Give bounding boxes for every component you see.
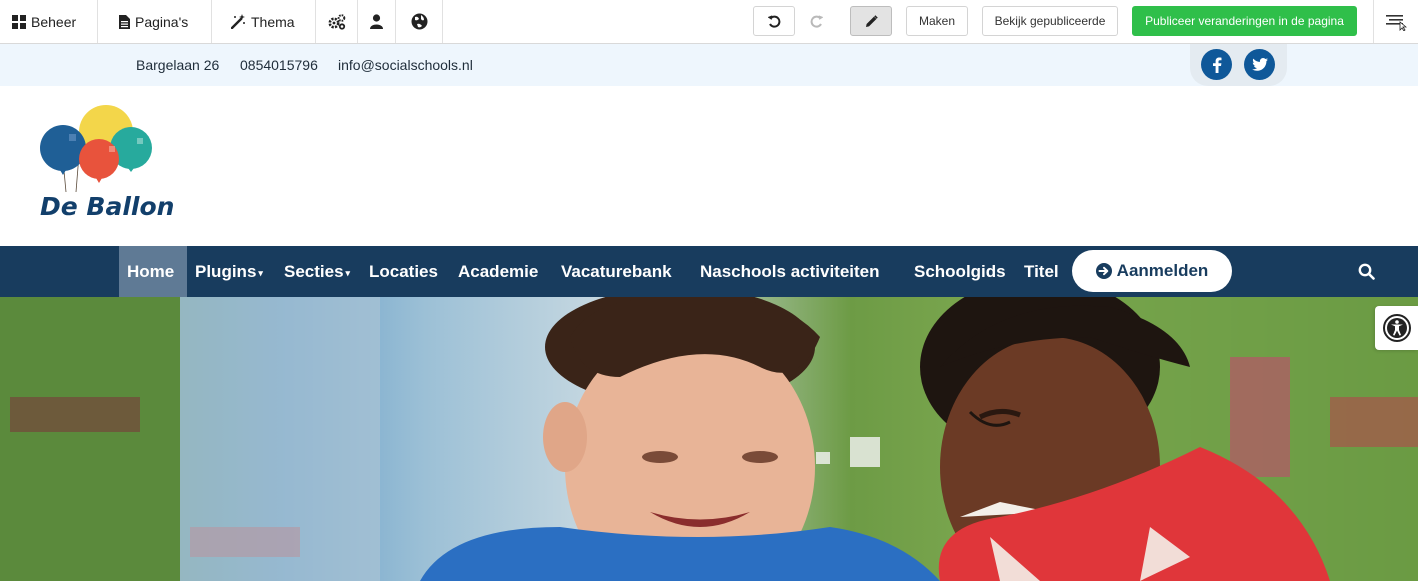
contact-phone[interactable]: 0854015796 (240, 57, 318, 73)
nav-secties-label: Secties (284, 261, 344, 281)
nav-home[interactable]: Home (119, 246, 187, 297)
view-published-label: Bekijk gepubliceerde (994, 14, 1106, 28)
contact-address: Bargelaan 26 (136, 57, 220, 73)
language-button[interactable] (396, 0, 443, 43)
hero-photo (0, 297, 1418, 581)
twitter-icon (1251, 58, 1268, 71)
user-icon (370, 14, 383, 29)
maken-label: Maken (918, 14, 956, 28)
login-label: Aanmelden (1116, 261, 1209, 280)
caret-down-icon: ▾ (258, 268, 263, 278)
main-nav: Home Plugins ▾ Secties ▾ Locaties Academie… (0, 246, 1418, 297)
editor-toolbar: Beheer Pagina's Thema Maken Bekijk gepub… (0, 0, 1418, 44)
accessibility-button[interactable] (1375, 306, 1418, 350)
nav-secties[interactable]: Secties ▾ (284, 246, 350, 297)
redo-button[interactable] (796, 6, 836, 36)
edit-mode-button[interactable] (850, 6, 892, 36)
redo-icon (810, 14, 823, 28)
nav-vacaturebank[interactable]: Vacaturebank (561, 246, 672, 297)
nav-academie-label: Academie (458, 261, 539, 281)
nav-titel[interactable]: Titel (1024, 246, 1059, 297)
publish-button[interactable]: Publiceer veranderingen in de pagina (1132, 6, 1357, 36)
publish-label: Publiceer veranderingen in de pagina (1145, 14, 1344, 28)
nav-titel-label: Titel (1024, 261, 1059, 281)
paginas-label: Pagina's (135, 13, 189, 30)
social-links (1190, 44, 1287, 86)
magic-wand-icon (231, 14, 245, 29)
thema-label: Thema (251, 13, 295, 30)
settings-button[interactable] (316, 0, 358, 43)
nav-schoolgids[interactable]: Schoolgids (914, 246, 1006, 297)
nav-naschools-activiteiten[interactable]: Naschools activiteiten (700, 246, 880, 297)
nav-vacaturebank-label: Vacaturebank (561, 261, 672, 281)
page-icon (119, 14, 130, 29)
accessibility-icon (1382, 314, 1411, 342)
nav-locaties-label: Locaties (369, 261, 438, 281)
beheer-menu[interactable]: Beheer (0, 0, 98, 43)
logo-name: De Ballon (40, 192, 175, 221)
beheer-label: Beheer (31, 13, 77, 30)
nav-academie[interactable]: Academie (458, 246, 538, 297)
undo-button[interactable] (753, 6, 795, 36)
pencil-icon (865, 14, 878, 27)
thema-menu[interactable]: Thema (212, 0, 316, 43)
globe-icon (411, 13, 427, 30)
arrow-circle-right-icon (1095, 263, 1112, 279)
gears-icon (328, 13, 345, 30)
maken-button[interactable]: Maken (906, 6, 968, 36)
twitter-link[interactable] (1244, 49, 1275, 80)
hamburger-menu-button[interactable] (1373, 0, 1418, 43)
nav-plugins[interactable]: Plugins ▾ (195, 246, 263, 297)
login-button[interactable]: Aanmelden (1072, 250, 1232, 292)
nav-schoolgids-label: Schoolgids (914, 261, 1006, 281)
nav-plugins-label: Plugins (195, 261, 257, 281)
paginas-menu[interactable]: Pagina's (98, 0, 212, 43)
caret-down-icon: ▾ (345, 268, 351, 278)
contact-email[interactable]: info@socialschools.nl (338, 57, 473, 73)
site-header (0, 86, 1418, 246)
search-icon[interactable] (1358, 263, 1375, 280)
hamburger-menu-icon (1386, 14, 1407, 31)
nav-home-label: Home (127, 261, 175, 281)
nav-locaties[interactable]: Locaties (369, 246, 438, 297)
nav-naschools-label: Naschools activiteiten (700, 261, 880, 281)
facebook-link[interactable] (1201, 49, 1232, 80)
facebook-icon (1212, 57, 1221, 73)
user-button[interactable] (358, 0, 396, 43)
view-published-button[interactable]: Bekijk gepubliceerde (982, 6, 1118, 36)
grid-icon (12, 14, 26, 29)
undo-icon (767, 14, 780, 28)
